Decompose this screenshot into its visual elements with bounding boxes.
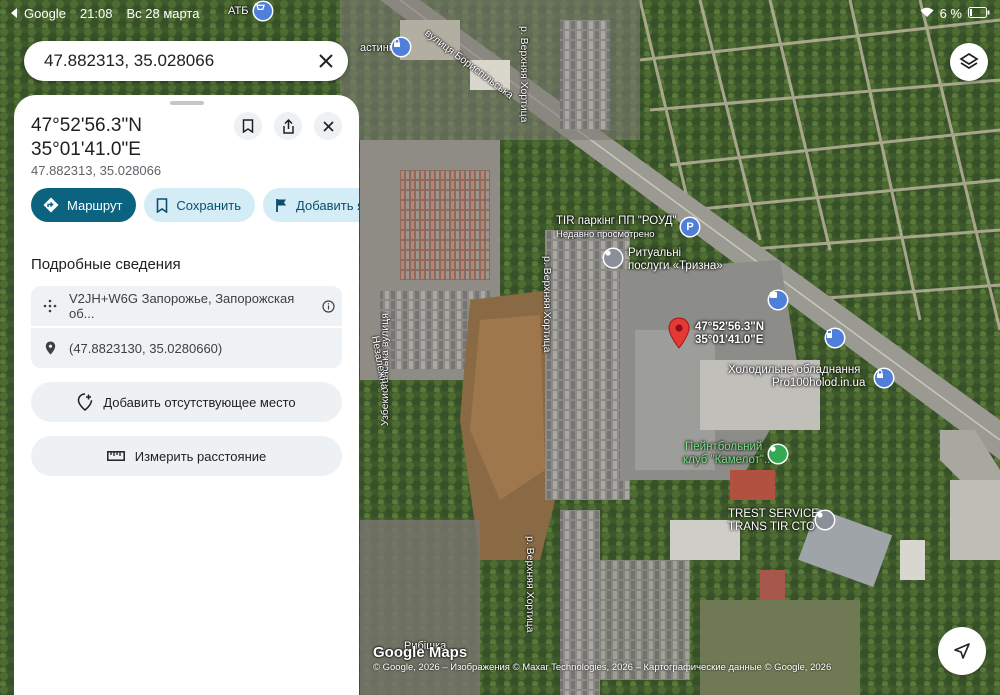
directions-icon — [43, 197, 59, 213]
clear-search-button[interactable] — [312, 47, 340, 75]
lock-poi-icon[interactable] — [392, 38, 410, 56]
poi-label-cold[interactable]: Холодильне обладнання Pro100holod.in.ua — [728, 364, 865, 390]
search-input[interactable]: 47.882313, 35.028066 — [44, 51, 312, 71]
place-title-lng: 35°01'41.0"E — [31, 139, 141, 160]
pin-label-lat: 47°52'56.3"N — [695, 321, 765, 333]
status-bar: Google 21:08 Вс 28 марта 6 % — [0, 0, 1000, 26]
poi-label-trest[interactable]: TREST SERVICE TRANS TIR СТО — [728, 508, 819, 534]
place-title: 47°52'56.3"N 35°01'41.0"E — [31, 114, 231, 162]
close-icon — [322, 120, 334, 132]
measure-distance-button[interactable]: Измерить расстояние — [31, 436, 342, 476]
gas-station-icon[interactable] — [826, 329, 844, 347]
route-button[interactable]: Маршрут — [31, 188, 137, 222]
action-chips: Маршрут Сохранить Добавить я — [31, 188, 359, 222]
paintball-place-icon[interactable] — [769, 445, 787, 463]
layers-icon — [959, 52, 979, 70]
poi-ritual-line1: Ритуальні — [628, 247, 682, 259]
poi-trest-line2: TRANS TIR СТО — [728, 521, 816, 533]
close-icon — [319, 54, 333, 68]
share-button[interactable] — [274, 112, 302, 140]
status-app[interactable]: Google — [24, 6, 66, 21]
battery-level: 6 % — [939, 6, 962, 21]
add-missing-place-label: Добавить отсутствующее место — [103, 394, 296, 410]
poi-paintball-line2: клуб "Камелот"... — [683, 454, 774, 466]
bookmark-icon — [157, 197, 168, 213]
place-details-panel: 47°52'56.3"N 35°01'41.0"E 47.882313, 35.… — [14, 95, 359, 695]
details-heading: Подробные сведения — [31, 256, 181, 273]
bus-stop-icon[interactable] — [769, 291, 787, 309]
google-maps-logo: Google Maps — [373, 644, 468, 661]
coordinates-row[interactable]: (47.8823130, 35.0280660) — [31, 328, 342, 368]
share-icon — [282, 118, 294, 134]
poi-tir-recent: Недавно просмотрено — [556, 229, 655, 240]
road-label-khortytsia-top: р. Верхняя Хортица — [518, 26, 530, 123]
map-label-vastini: астині — [360, 42, 392, 54]
wifi-icon — [920, 6, 934, 21]
navigation-arrow-icon — [954, 643, 970, 659]
status-date: Вс 28 марта — [126, 6, 200, 21]
add-missing-place-button[interactable]: Добавить отсутствующее место — [31, 382, 342, 422]
coordinates-text: (47.8823130, 35.0280660) — [69, 340, 223, 356]
parking-icon[interactable]: P — [681, 218, 699, 236]
measure-distance-label: Измерить расстояние — [134, 448, 267, 464]
poi-ritual-line2: послуги «Тризна» — [628, 260, 723, 272]
flag-icon — [276, 198, 287, 212]
place-pin-icon[interactable] — [604, 249, 622, 267]
pin-label: 47°52'56.3"N 35°01'41.0"E — [695, 321, 764, 347]
lock-shop-icon[interactable] — [875, 369, 893, 387]
drag-handle[interactable] — [170, 101, 204, 105]
save-icon-button[interactable] — [234, 112, 262, 140]
decimal-coordinates: 47.882313, 35.028066 — [31, 163, 162, 178]
road-label-khortytsia-mid: р. Верхняя Хортица — [541, 256, 553, 353]
poi-paintball-line1: Пейнтбольний — [685, 441, 763, 453]
plus-code-icon — [31, 299, 69, 313]
poi-cold-line1: Холодильне обладнання — [728, 364, 861, 376]
add-label-text: Добавить я — [296, 197, 359, 213]
search-bar[interactable]: 47.882313, 35.028066 — [24, 41, 348, 81]
location-pin-icon — [31, 341, 69, 355]
layers-button[interactable] — [950, 43, 988, 81]
info-icon[interactable] — [314, 299, 342, 313]
place-title-lat: 47°52'56.3"N — [31, 115, 142, 136]
service-place-icon[interactable] — [816, 511, 834, 529]
plus-code-row[interactable]: V2JH+W6G Запорожье, Запорожская об... — [31, 286, 342, 326]
add-label-button[interactable]: Добавить я — [263, 188, 359, 222]
plus-code-text: V2JH+W6G Запорожье, Запорожская об... — [69, 291, 295, 321]
my-location-button[interactable] — [938, 627, 986, 675]
save-label: Сохранить — [176, 197, 242, 213]
poi-label-paintball[interactable]: Пейнтбольний клуб "Камелот"... — [683, 441, 774, 467]
status-time: 21:08 — [79, 6, 113, 21]
add-place-icon — [78, 393, 93, 411]
close-panel-button[interactable] — [314, 112, 342, 140]
back-arrow-icon[interactable] — [10, 6, 18, 21]
bookmark-icon — [242, 119, 254, 133]
poi-label-tir[interactable]: TIR паркінг ПП "РОУД" Недавно просмотрен… — [556, 215, 677, 241]
road-label-khortytsia-bottom: р. Верхняя Хортица — [524, 536, 536, 633]
save-button[interactable]: Сохранить — [144, 188, 256, 222]
poi-label-ritual[interactable]: Ритуальні послуги «Тризна» — [628, 247, 723, 273]
poi-tir-name: TIR паркінг ПП "РОУД" — [556, 215, 677, 227]
ruler-icon — [106, 451, 125, 461]
route-label: Маршрут — [67, 197, 123, 213]
poi-trest-line1: TREST SERVICE — [728, 508, 819, 520]
pin-label-lng: 35°01'41.0"E — [695, 334, 764, 346]
map-attribution: © Google, 2026 – Изображения © Maxar Tec… — [373, 662, 832, 673]
battery-icon — [968, 6, 990, 21]
poi-cold-line2: Pro100holod.in.ua — [772, 377, 866, 389]
